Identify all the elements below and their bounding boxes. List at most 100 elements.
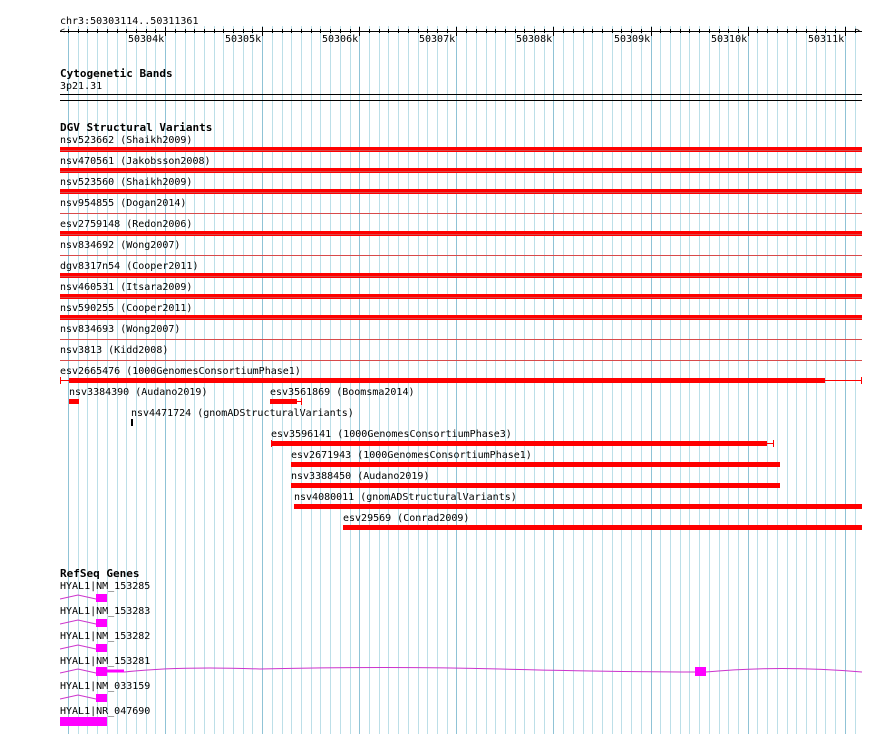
ruler-minor-tick bbox=[146, 29, 147, 33]
ruler-minor-tick bbox=[291, 29, 292, 33]
ruler-minor-tick bbox=[437, 29, 438, 33]
variant-label: nsv834692 (Wong2007) bbox=[60, 240, 181, 251]
ruler-minor-tick bbox=[87, 29, 88, 33]
ruler-minor-tick bbox=[602, 29, 603, 33]
ruler-minor-tick bbox=[262, 29, 263, 33]
variant-label: esv2665476 (1000GenomesConsortiumPhase1) bbox=[60, 366, 301, 377]
ruler-minor-tick bbox=[340, 29, 341, 33]
variant-label: esv2671943 (1000GenomesConsortiumPhase1) bbox=[291, 450, 532, 461]
ruler-tick-label: 50306k bbox=[322, 34, 359, 45]
intron-line bbox=[60, 619, 97, 625]
ruler-minor-tick bbox=[369, 29, 370, 33]
variant-label: nsv590255 (Cooper2011) bbox=[60, 303, 193, 314]
ruler-minor-tick bbox=[398, 29, 399, 33]
exon-block bbox=[96, 619, 107, 627]
ruler-minor-tick bbox=[136, 29, 137, 33]
ruler-minor-tick bbox=[204, 29, 205, 33]
ruler-minor-tick bbox=[427, 29, 428, 33]
ruler-minor-tick bbox=[728, 29, 729, 33]
variant-label: nsv460531 (Itsara2009) bbox=[60, 282, 193, 293]
ruler-minor-tick bbox=[214, 29, 215, 33]
ruler-minor-tick bbox=[806, 29, 807, 33]
ruler-tick-label: 50307k bbox=[419, 34, 456, 45]
ruler-minor-tick bbox=[825, 29, 826, 33]
ruler-minor-tick bbox=[612, 29, 613, 33]
dgv-title: DGV Structural Variants bbox=[60, 121, 213, 134]
variant-bar[interactable] bbox=[69, 399, 79, 404]
ruler-left-arrow-icon: < bbox=[60, 26, 65, 35]
ruler-tick-label: 50311k bbox=[808, 34, 845, 45]
ruler-minor-tick bbox=[709, 29, 710, 33]
ruler-minor-tick bbox=[641, 29, 642, 33]
ruler-minor-tick bbox=[466, 29, 467, 33]
ruler-minor-tick bbox=[233, 29, 234, 33]
exon-block bbox=[96, 644, 107, 652]
gene-label: HYAL1|NM_153285 bbox=[60, 581, 151, 592]
intron-line bbox=[705, 668, 862, 673]
variant-whisker bbox=[861, 377, 862, 384]
variant-bar[interactable] bbox=[291, 462, 780, 467]
ruler-minor-tick bbox=[456, 29, 457, 33]
variant-bar[interactable] bbox=[131, 419, 133, 426]
ruler-minor-tick bbox=[651, 29, 652, 33]
ruler-minor-tick bbox=[359, 29, 360, 33]
ruler-minor-tick bbox=[738, 29, 739, 33]
variant-bar[interactable] bbox=[294, 504, 862, 509]
variant-bar[interactable] bbox=[69, 378, 825, 383]
ruler-minor-tick bbox=[476, 29, 477, 33]
variant-bar[interactable] bbox=[271, 441, 767, 446]
exon-block bbox=[96, 694, 107, 702]
variant-whisker bbox=[301, 398, 302, 405]
ruler-minor-tick bbox=[486, 29, 487, 33]
cytoband-label: 3p21.31 bbox=[60, 81, 103, 92]
ruler-minor-tick bbox=[185, 29, 186, 33]
ruler-minor-tick bbox=[719, 29, 720, 33]
intron-line bbox=[60, 694, 97, 700]
ruler-tick-label: 50305k bbox=[225, 34, 262, 45]
gene-model[interactable] bbox=[60, 664, 862, 678]
variant-label: nsv3813 (Kidd2008) bbox=[60, 345, 169, 356]
ruler-minor-tick bbox=[379, 29, 380, 33]
track-separator bbox=[60, 255, 862, 256]
track-separator bbox=[60, 339, 862, 340]
track-separator bbox=[60, 171, 862, 172]
gene-model[interactable] bbox=[60, 617, 120, 629]
gene-model[interactable] bbox=[60, 692, 120, 704]
ruler-minor-tick bbox=[350, 29, 351, 33]
exon-block bbox=[695, 667, 706, 676]
genome-browser-panel: chr3:50303114..50311361 < > 50304k 50305k… bbox=[0, 0, 890, 734]
ruler-minor-tick bbox=[767, 29, 768, 33]
ruler-minor-tick bbox=[223, 29, 224, 33]
track-separator bbox=[60, 318, 862, 319]
ruler-minor-tick bbox=[194, 29, 195, 33]
track-separator bbox=[60, 192, 862, 193]
ruler-tick-label: 50304k bbox=[128, 34, 165, 45]
variant-bar[interactable] bbox=[291, 483, 780, 488]
intron-line bbox=[60, 594, 97, 600]
ruler-minor-tick bbox=[855, 29, 856, 33]
gene-model[interactable] bbox=[60, 592, 120, 604]
variant-label: esv3561869 (Boomsma2014) bbox=[270, 387, 415, 398]
track-separator bbox=[60, 297, 862, 298]
ruler-minor-tick bbox=[175, 29, 176, 33]
ruler-minor-tick bbox=[97, 29, 98, 33]
gene-label: HYAL1|NM_033159 bbox=[60, 681, 151, 692]
variant-bar[interactable] bbox=[343, 525, 862, 530]
ruler-minor-tick bbox=[689, 29, 690, 33]
variant-label: dgv8317n54 (Cooper2011) bbox=[60, 261, 199, 272]
ruler-minor-tick bbox=[563, 29, 564, 33]
gene-model[interactable] bbox=[60, 642, 120, 654]
gene-label: HYAL1|NR_047690 bbox=[60, 706, 151, 717]
intron-line bbox=[60, 644, 97, 650]
ruler-minor-tick bbox=[78, 29, 79, 33]
variant-bar[interactable] bbox=[270, 399, 297, 404]
exon-block[interactable] bbox=[60, 717, 107, 726]
ruler-minor-tick bbox=[583, 29, 584, 33]
variant-label: esv29569 (Conrad2009) bbox=[343, 513, 470, 524]
ruler-minor-tick bbox=[165, 29, 166, 33]
ruler-minor-tick bbox=[845, 29, 846, 33]
ruler-minor-tick bbox=[796, 29, 797, 33]
ruler-minor-tick bbox=[155, 29, 156, 33]
ruler-minor-tick bbox=[330, 29, 331, 33]
ruler-minor-tick bbox=[835, 29, 836, 33]
